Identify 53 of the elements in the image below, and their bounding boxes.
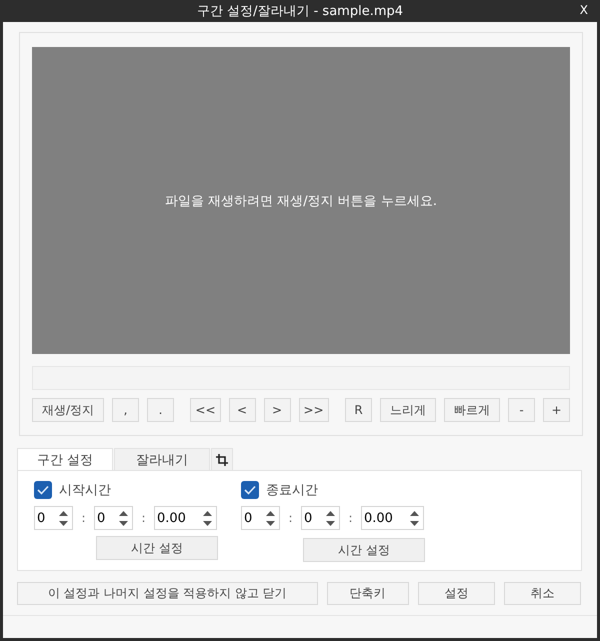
footer-button[interactable]: 이 설정과 나머지 설정을 적용하지 않고 닫기 <box>17 582 318 605</box>
player-button[interactable]: . <box>147 398 174 422</box>
minute-spinbox[interactable]: 0 <box>94 506 133 530</box>
checkbox-label: 종료시간 <box>266 482 318 499</box>
crop-tab[interactable] <box>211 448 233 470</box>
time-separator: : <box>140 511 147 525</box>
checkbox[interactable] <box>34 481 52 499</box>
window-title: 구간 설정/잘라내기 - sample.mp4 <box>196 3 404 20</box>
time-separator: : <box>80 511 87 525</box>
time-separator: : <box>287 511 294 525</box>
spin-down-icon[interactable] <box>119 520 128 526</box>
tab[interactable]: 잘라내기 <box>114 448 210 470</box>
crop-icon <box>216 454 228 466</box>
spin-up-icon[interactable] <box>266 510 275 516</box>
checkbox-label: 시작시간 <box>59 482 111 499</box>
player-button[interactable]: << <box>190 398 221 422</box>
player-button[interactable]: < <box>228 398 256 422</box>
time-separator: : <box>347 511 354 525</box>
tab[interactable]: 구간 설정 <box>17 448 113 470</box>
player-button[interactable]: R <box>344 398 372 422</box>
check-icon <box>37 485 49 495</box>
player-button[interactable]: - <box>508 398 535 422</box>
spin-down-icon[interactable] <box>266 520 275 526</box>
player-button[interactable]: 재생/정지 <box>32 398 104 422</box>
player-button[interactable]: >> <box>298 398 329 422</box>
player-button[interactable]: > <box>264 398 291 422</box>
spin-down-icon[interactable] <box>59 520 68 526</box>
footer-button[interactable]: 취소 <box>504 582 582 605</box>
checkbox[interactable] <box>241 481 259 499</box>
footer-button[interactable]: 단축키 <box>326 582 409 605</box>
second-spinbox[interactable]: 0.00 <box>361 506 424 530</box>
player-button[interactable]: 느리게 <box>380 398 436 422</box>
set-time-button[interactable]: 시간 설정 <box>96 536 218 560</box>
spin-up-icon[interactable] <box>410 510 419 516</box>
player-button[interactable]: + <box>542 398 570 422</box>
set-time-button[interactable]: 시간 설정 <box>303 538 425 562</box>
hour-spinbox[interactable]: 0 <box>241 506 280 530</box>
spin-down-icon[interactable] <box>410 520 419 526</box>
player-button[interactable]: 빠르게 <box>444 398 500 422</box>
player-button[interactable]: , <box>112 398 140 422</box>
second-spinbox[interactable]: 0.00 <box>154 506 217 530</box>
check-icon <box>244 485 256 495</box>
spin-up-icon[interactable] <box>326 510 335 516</box>
close-button[interactable]: X <box>580 3 588 17</box>
spin-down-icon[interactable] <box>203 520 212 526</box>
minute-spinbox[interactable]: 0 <box>301 506 340 530</box>
spin-up-icon[interactable] <box>119 510 128 516</box>
video-message: 파일을 재생하려면 재생/정지 버튼을 누르세요. <box>164 192 438 210</box>
spin-up-icon[interactable] <box>59 510 68 516</box>
spin-down-icon[interactable] <box>326 520 335 526</box>
spin-up-icon[interactable] <box>203 510 212 516</box>
hour-spinbox[interactable]: 0 <box>34 506 73 530</box>
footer-button[interactable]: 설정 <box>418 582 495 605</box>
